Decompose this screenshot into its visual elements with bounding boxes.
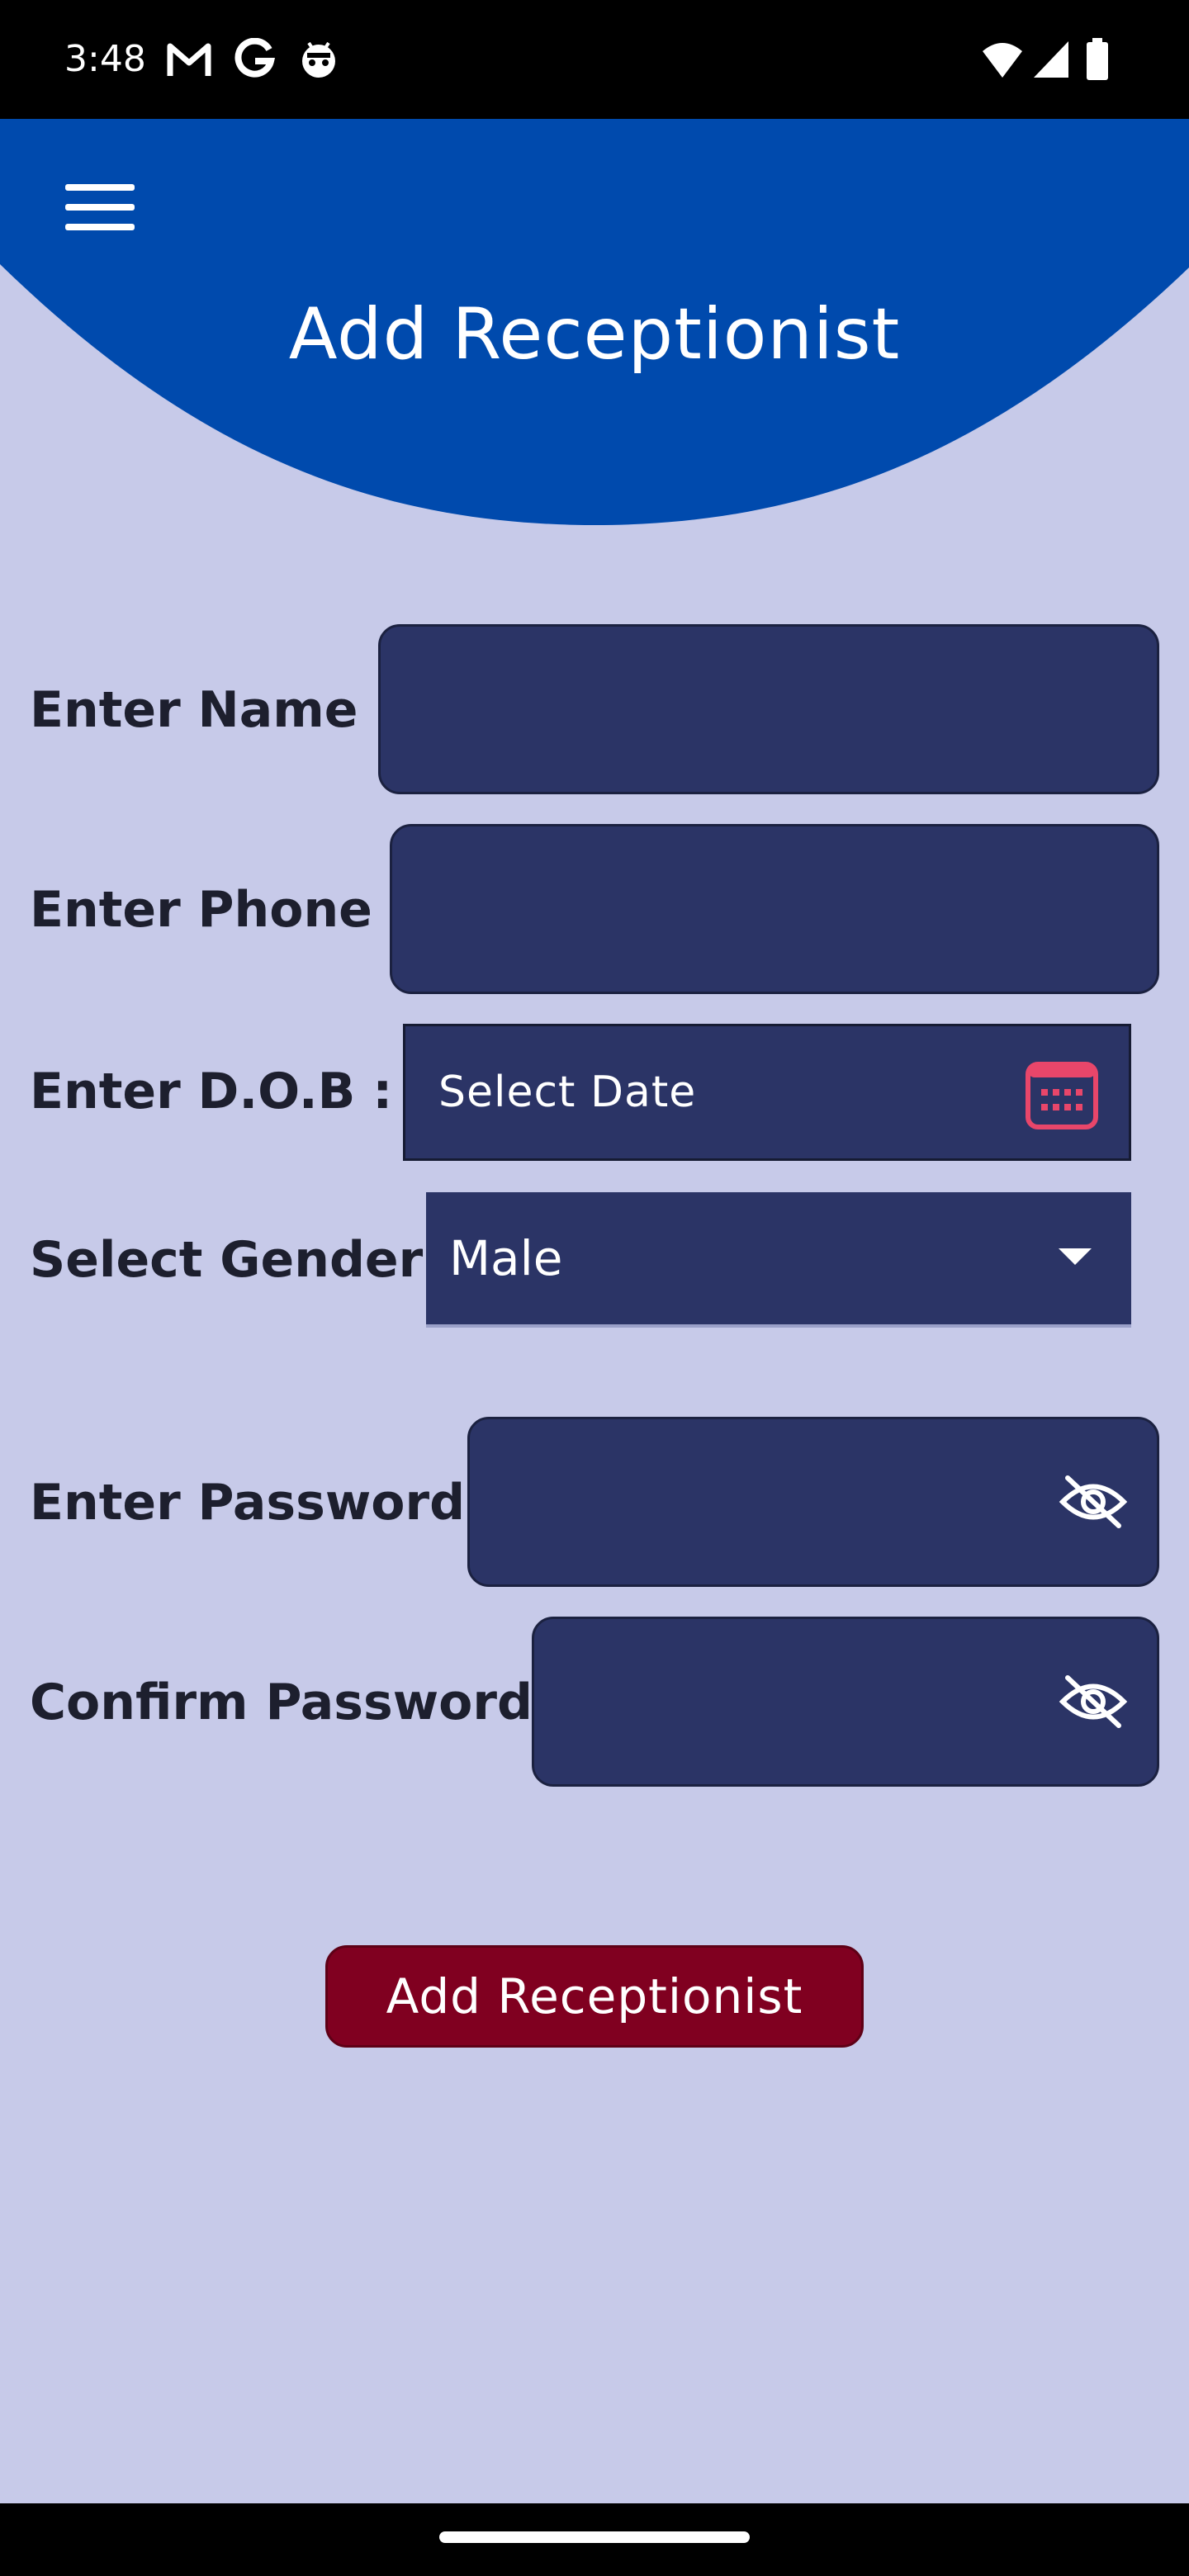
password-input[interactable]: [495, 1419, 1026, 1586]
status-bar: 3:48: [0, 0, 1189, 119]
menu-button[interactable]: [54, 170, 145, 244]
password-label: Enter Password :: [30, 1474, 502, 1532]
dob-placeholder: Select Date: [438, 1068, 697, 1117]
name-label: Enter Name :: [30, 681, 396, 739]
eye-off-icon[interactable]: [1058, 1673, 1129, 1731]
add-receptionist-button[interactable]: Add Receptionist: [325, 1945, 864, 2048]
phone-input[interactable]: [417, 826, 1135, 993]
calendar-icon[interactable]: [1025, 1058, 1099, 1130]
wifi-icon: [983, 43, 1022, 78]
name-input[interactable]: [405, 627, 1135, 793]
android-robot-icon: [302, 41, 335, 78]
status-time: 3:48: [64, 38, 146, 80]
navigation-bar: [0, 2503, 1189, 2576]
gender-selected-value: Male: [449, 1230, 563, 1286]
password-field[interactable]: [467, 1417, 1159, 1587]
phone-label: Enter Phone :: [30, 881, 410, 939]
battery-icon: [1087, 38, 1108, 80]
dob-date-picker[interactable]: Select Date: [403, 1024, 1131, 1161]
confirm-password-field[interactable]: [532, 1617, 1159, 1787]
phone-field[interactable]: [390, 824, 1159, 994]
hamburger-menu-icon: [65, 184, 135, 230]
page-title: Add Receptionist: [288, 293, 901, 376]
confirm-password-label: Confirm Password :: [30, 1674, 570, 1731]
gender-dropdown[interactable]: Male: [426, 1192, 1131, 1328]
cellular-signal-icon: [1034, 41, 1068, 78]
google-icon: [234, 38, 276, 78]
gmail-icon: [167, 43, 211, 76]
dob-label: Enter D.O.B :: [30, 1063, 393, 1120]
name-field[interactable]: [378, 624, 1159, 794]
confirm-password-input[interactable]: [559, 1619, 1025, 1786]
dropdown-arrow-icon: [1059, 1248, 1092, 1265]
eye-off-icon[interactable]: [1058, 1473, 1129, 1531]
home-gesture-handle[interactable]: [439, 2531, 750, 2543]
gender-label: Select Gender :: [30, 1231, 461, 1289]
